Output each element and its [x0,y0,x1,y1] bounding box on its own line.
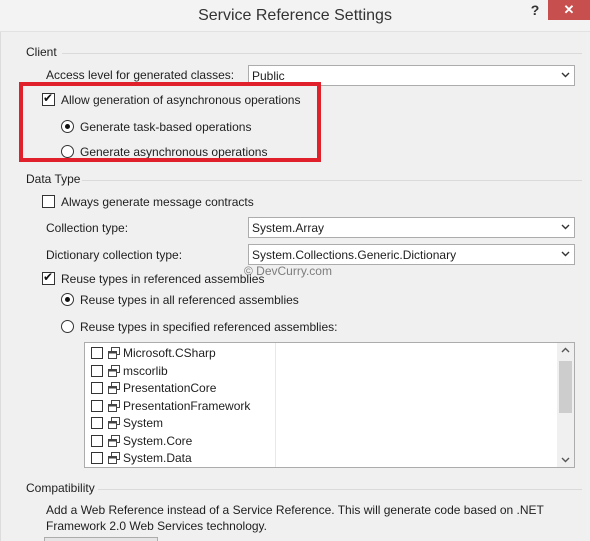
assembly-name: System.Data [123,451,192,465]
close-button[interactable]: ✕ [548,0,590,20]
scroll-down-icon[interactable] [561,455,570,464]
always-generate-checkbox[interactable] [42,195,55,208]
client-group-divider [62,53,582,54]
reference-icon [108,364,120,377]
assembly-name: PresentationCore [123,381,217,395]
data-type-group-divider [82,180,582,181]
assembly-name: System [123,416,164,430]
always-generate-label: Always generate message contracts [61,195,254,209]
dictionary-type-label: Dictionary collection type: [46,248,183,262]
window-title: Service Reference Settings [198,7,392,24]
reference-icon [108,434,120,447]
add-web-reference-button[interactable] [44,537,158,541]
assemblies-list[interactable]: Microsoft.CSharp mscorlib PresentationCore… [84,342,575,468]
reference-icon [108,382,120,394]
compatibility-group-label: Compatibility [26,481,95,495]
assembly-checkbox[interactable] [91,364,103,377]
reference-icon [108,452,120,464]
collection-type-dropdown[interactable]: System.Array [248,217,575,238]
scroll-up-icon[interactable] [561,346,570,355]
assembly-checkbox[interactable] [91,417,103,429]
reference-icon [108,399,120,412]
assembly-checkbox[interactable] [91,434,103,447]
compatibility-group-divider [98,489,582,490]
dictionary-type-dropdown[interactable]: System.Collections.Generic.Dictionary [248,244,575,265]
chevron-down-icon [561,72,570,78]
reuse-all-label: Reuse types in all referenced assemblies [80,293,299,307]
reference-icon [108,347,120,359]
scrollbar-thumb[interactable] [559,361,572,413]
compatibility-description: Add a Web Reference instead of a Service… [46,503,544,533]
assembly-checkbox[interactable] [91,399,103,412]
watermark: © DevCurry.com [244,264,332,278]
assembly-name: Microsoft.CSharp [123,346,216,360]
assembly-name: mscorlib [123,363,168,378]
assembly-checkbox[interactable] [91,452,103,464]
assembly-checkbox[interactable] [91,347,103,359]
reuse-types-checkbox[interactable] [42,270,55,285]
assembly-checkbox[interactable] [91,382,103,394]
help-button[interactable]: ? [526,2,544,22]
reuse-specified-label: Reuse types in specified referenced asse… [80,320,338,334]
reuse-all-radio[interactable] [61,293,74,306]
assembly-name: PresentationFramework [123,398,251,413]
dictionary-type-value: System.Collections.Generic.Dictionary [252,248,457,262]
collection-type-label: Collection type: [46,221,129,235]
reference-icon [108,417,120,429]
column-separator [275,343,276,467]
chevron-down-icon [561,251,570,257]
data-type-group-label: Data Type [26,172,81,186]
assemblies-scrollbar[interactable] [557,343,574,467]
access-level-value: Public [252,69,285,83]
collection-type-value: System.Array [252,221,325,235]
chevron-down-icon [561,224,570,230]
assembly-name: System.Core [123,433,193,448]
highlight-box [19,82,321,162]
access-level-label: Access level for generated classes: [46,68,235,82]
reuse-specified-radio[interactable] [61,320,74,333]
reuse-types-label: Reuse types in referenced assemblies [61,272,265,286]
client-group-label: Client [26,45,57,59]
title-bar: Service Reference Settings ? ✕ [0,0,590,32]
